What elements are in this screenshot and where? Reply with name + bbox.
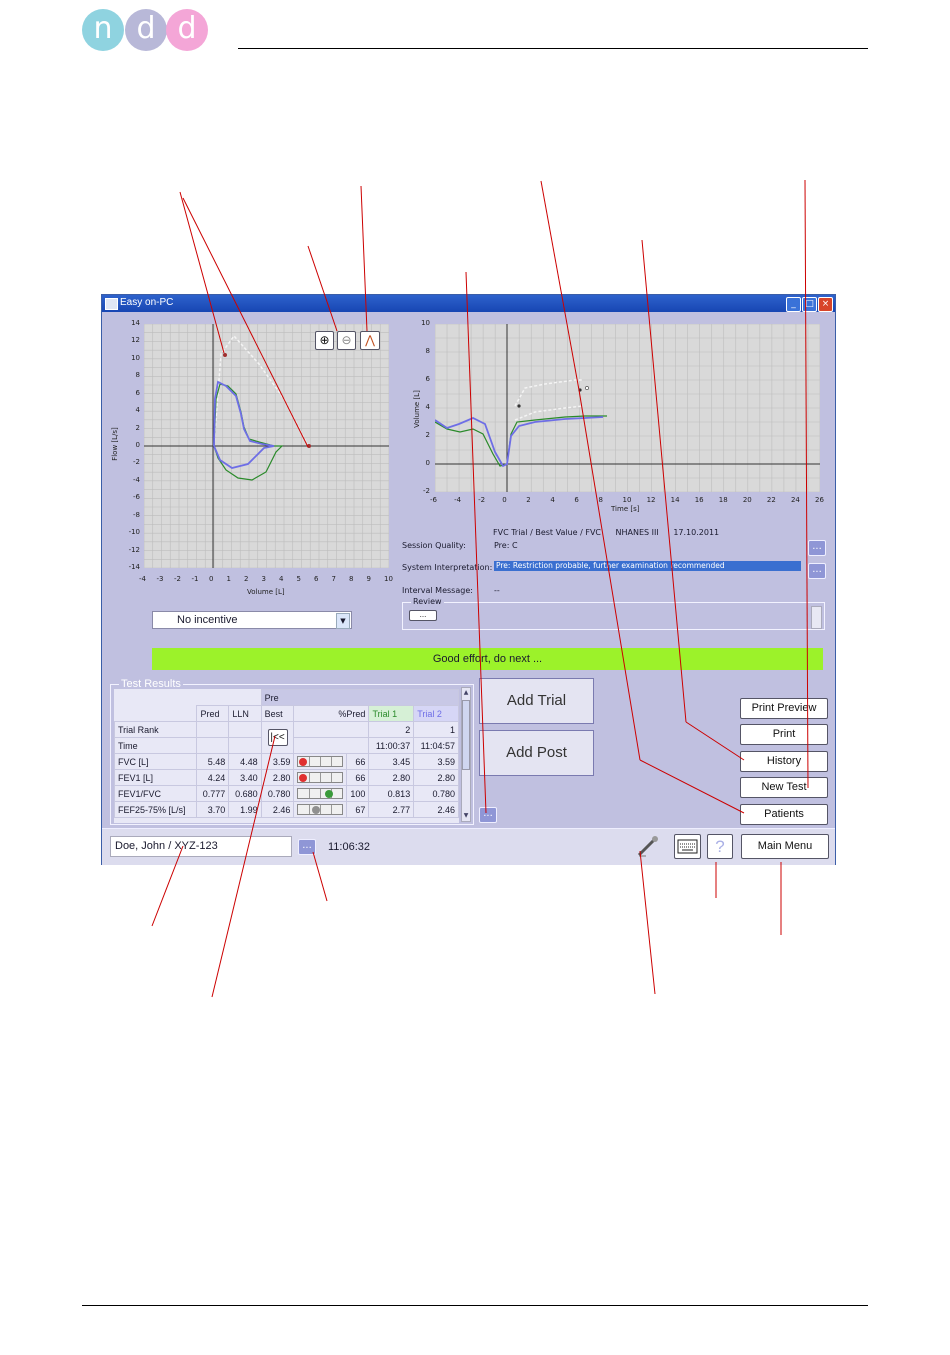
callout-line [639, 850, 656, 995]
callout-line [804, 179, 809, 789]
callout-line [211, 735, 276, 998]
callout-line [465, 271, 487, 814]
callout-line [540, 180, 580, 391]
callout-line [360, 185, 368, 332]
callout-line [179, 191, 225, 354]
callout-line [182, 197, 309, 448]
callout-line [578, 389, 641, 761]
callout-line [307, 245, 338, 332]
callout-line [685, 721, 745, 761]
callout-line [641, 239, 687, 723]
annotation-lines [151, 179, 809, 998]
callout-line [312, 851, 328, 902]
callout-line [639, 759, 745, 814]
callout-line [151, 845, 184, 927]
